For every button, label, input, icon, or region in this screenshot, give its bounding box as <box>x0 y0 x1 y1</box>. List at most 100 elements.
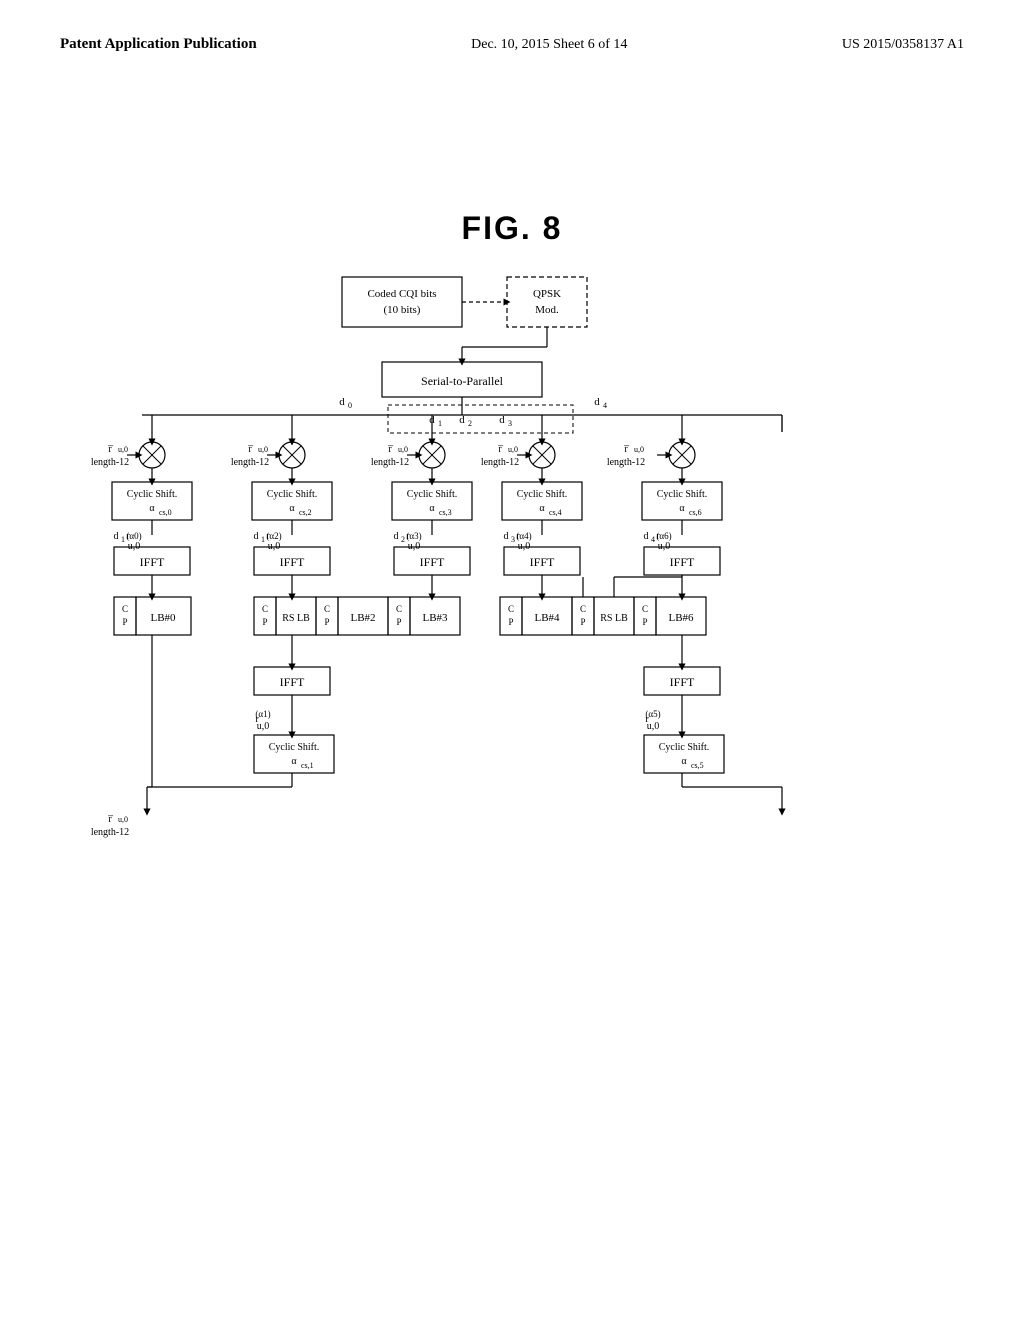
svg-text:(α4): (α4) <box>516 531 531 541</box>
svg-text:cs,6: cs,6 <box>689 508 702 517</box>
svg-text:RS LB: RS LB <box>282 613 310 624</box>
svg-text:d: d <box>459 414 465 426</box>
svg-text:Mod.: Mod. <box>535 304 559 316</box>
svg-text:RS LB: RS LB <box>600 613 628 624</box>
svg-text:Cyclic Shift.: Cyclic Shift. <box>517 489 568 500</box>
figure-container: FIG. 8 Coded CQI bits (10 bits) QPSK Mod… <box>50 210 974 1260</box>
svg-text:P: P <box>580 617 585 627</box>
svg-text:2: 2 <box>401 535 405 544</box>
svg-text:P: P <box>262 617 267 627</box>
svg-text:α: α <box>149 503 155 514</box>
svg-text:α: α <box>539 503 545 514</box>
svg-text:LB#3: LB#3 <box>422 612 448 624</box>
svg-text:cs,2: cs,2 <box>299 508 312 517</box>
svg-text:LB#6: LB#6 <box>668 612 694 624</box>
svg-text:cs,0: cs,0 <box>159 508 172 517</box>
svg-text:3: 3 <box>511 535 515 544</box>
svg-text:0: 0 <box>348 401 352 410</box>
svg-text:r̅: r̅ <box>498 444 504 455</box>
svg-text:C: C <box>324 604 330 614</box>
svg-text:r̅: r̅ <box>388 444 394 455</box>
svg-text:(α5): (α5) <box>645 709 660 719</box>
svg-text:(α6): (α6) <box>656 531 671 541</box>
svg-text:IFFT: IFFT <box>280 675 305 689</box>
svg-text:Cyclic Shift.: Cyclic Shift. <box>127 489 178 500</box>
svg-text:1: 1 <box>121 535 125 544</box>
svg-text:r̅: r̅ <box>624 444 630 455</box>
svg-text:u,0: u,0 <box>257 721 270 732</box>
svg-text:2: 2 <box>468 419 472 428</box>
svg-text:length-12: length-12 <box>607 457 645 468</box>
svg-text:d: d <box>394 531 399 542</box>
svg-text:d: d <box>644 531 649 542</box>
svg-text:d: d <box>499 414 505 426</box>
svg-text:QPSK: QPSK <box>533 288 561 300</box>
svg-text:(10 bits): (10 bits) <box>384 304 421 316</box>
svg-text:(α3): (α3) <box>406 531 421 541</box>
svg-text:C: C <box>642 604 648 614</box>
svg-text:u,0: u,0 <box>508 445 518 454</box>
svg-text:u,0: u,0 <box>398 445 408 454</box>
svg-text:length-12: length-12 <box>481 457 519 468</box>
svg-text:Cyclic Shift.: Cyclic Shift. <box>267 489 318 500</box>
diagram: Coded CQI bits (10 bits) QPSK Mod. Seria… <box>52 267 972 1217</box>
svg-text:C: C <box>396 604 402 614</box>
svg-text:C: C <box>262 604 268 614</box>
svg-text:r̅: r̅ <box>108 444 114 455</box>
svg-text:1: 1 <box>261 535 265 544</box>
svg-text:u,0: u,0 <box>118 815 128 824</box>
svg-text:LB#0: LB#0 <box>150 612 176 624</box>
svg-text:cs,4: cs,4 <box>549 508 562 517</box>
svg-text:Cyclic Shift.: Cyclic Shift. <box>407 489 458 500</box>
svg-text:P: P <box>324 617 329 627</box>
svg-text:d: d <box>254 531 259 542</box>
svg-text:α: α <box>681 756 687 767</box>
svg-text:length-12: length-12 <box>91 457 129 468</box>
svg-text:P: P <box>396 617 401 627</box>
diagram-svg: Coded CQI bits (10 bits) QPSK Mod. Seria… <box>52 267 972 1217</box>
svg-text:α: α <box>679 503 685 514</box>
svg-text:P: P <box>508 617 513 627</box>
svg-text:4: 4 <box>651 535 655 544</box>
svg-text:IFFT: IFFT <box>670 675 695 689</box>
svg-text:1: 1 <box>438 419 442 428</box>
svg-text:LB#2: LB#2 <box>350 612 375 624</box>
svg-text:(α1): (α1) <box>255 709 270 719</box>
svg-text:length-12: length-12 <box>371 457 409 468</box>
svg-text:P: P <box>122 617 127 627</box>
page-header: Patent Application Publication Dec. 10, … <box>0 0 1024 53</box>
svg-text:d: d <box>504 531 509 542</box>
svg-text:P: P <box>642 617 647 627</box>
svg-text:α: α <box>291 756 297 767</box>
svg-text:cs,5: cs,5 <box>691 761 704 770</box>
svg-text:u,0: u,0 <box>258 445 268 454</box>
svg-text:length-12: length-12 <box>231 457 269 468</box>
header-left: Patent Application Publication <box>60 36 257 53</box>
svg-text:Coded CQI bits: Coded CQI bits <box>367 288 436 300</box>
svg-text:r̅: r̅ <box>248 444 254 455</box>
svg-text:C: C <box>508 604 514 614</box>
fig-title: FIG. 8 <box>50 210 974 247</box>
header-right: US 2015/0358137 A1 <box>842 37 964 53</box>
svg-text:Serial-to-Parallel: Serial-to-Parallel <box>421 374 504 388</box>
svg-text:IFFT: IFFT <box>670 555 695 569</box>
svg-text:d: d <box>114 531 119 542</box>
svg-text:IFFT: IFFT <box>530 555 555 569</box>
svg-text:u,0: u,0 <box>647 721 660 732</box>
svg-text:Cyclic Shift.: Cyclic Shift. <box>659 742 710 753</box>
svg-text:Cyclic Shift.: Cyclic Shift. <box>269 742 320 753</box>
svg-text:length-12: length-12 <box>91 827 129 838</box>
svg-text:IFFT: IFFT <box>140 555 165 569</box>
svg-text:IFFT: IFFT <box>420 555 445 569</box>
svg-text:cs,3: cs,3 <box>439 508 452 517</box>
svg-text:r̅: r̅ <box>108 814 114 825</box>
svg-text:IFFT: IFFT <box>280 555 305 569</box>
svg-text:Cyclic Shift.: Cyclic Shift. <box>657 489 708 500</box>
svg-text:4: 4 <box>603 401 607 410</box>
svg-text:u,0: u,0 <box>634 445 644 454</box>
svg-text:3: 3 <box>508 419 512 428</box>
svg-text:u,0: u,0 <box>118 445 128 454</box>
svg-text:α: α <box>429 503 435 514</box>
svg-text:α: α <box>289 503 295 514</box>
svg-text:LB#4: LB#4 <box>534 612 560 624</box>
